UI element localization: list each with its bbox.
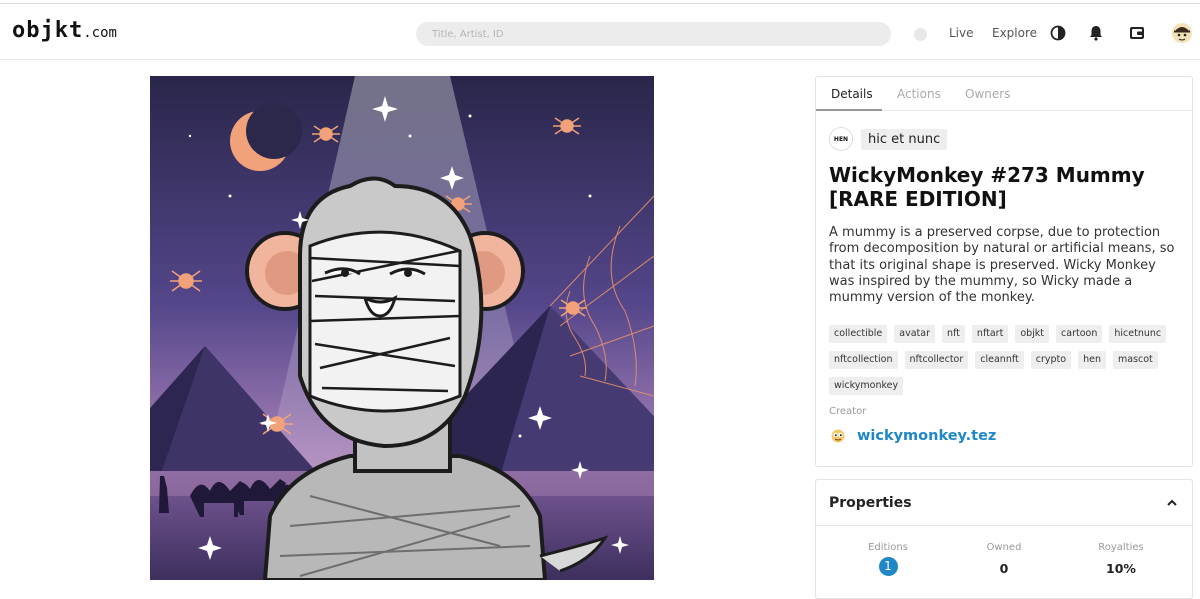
nav-live-link[interactable]: Live xyxy=(949,26,974,40)
token-title: WickyMonkey #273 Mummy [RARE EDITION] xyxy=(829,163,1145,211)
platform-badge[interactable]: HEN hic et nunc xyxy=(829,127,948,151)
top-navigation-bar: objkt.com Live Explore xyxy=(0,4,1200,60)
tab-owners[interactable]: Owners xyxy=(965,87,1010,101)
bell-icon[interactable] xyxy=(1087,24,1105,42)
stat-royalties: Royalties 10% xyxy=(1071,542,1171,576)
details-panel: Details Actions Owners HEN hic et nunc W… xyxy=(815,76,1193,467)
theme-toggle-icon[interactable] xyxy=(1049,24,1067,42)
tag-chip[interactable]: cartoon xyxy=(1056,325,1103,343)
stat-label: Owned xyxy=(986,542,1022,553)
tag-chip[interactable]: collectible xyxy=(829,325,888,343)
search-input[interactable] xyxy=(416,22,891,46)
chevron-up-icon[interactable] xyxy=(1166,497,1178,509)
properties-title: Properties xyxy=(829,495,912,511)
stat-value: 10% xyxy=(1106,561,1136,576)
tag-list: collectible avatar nft nftart objkt cart… xyxy=(829,325,1184,395)
stat-value: 0 xyxy=(999,561,1009,576)
active-tab-indicator xyxy=(816,109,882,111)
stat-owned: Owned 0 xyxy=(954,542,1054,576)
tag-chip[interactable]: mascot xyxy=(1112,351,1158,369)
editions-count-badge: 1 xyxy=(878,557,898,576)
tag-chip[interactable]: hicetnunc xyxy=(1109,325,1167,343)
stat-editions: Editions 1 xyxy=(838,542,938,576)
properties-panel: Properties Editions 1 Owned 0 Royalties … xyxy=(815,479,1193,599)
wallet-icon[interactable] xyxy=(1128,24,1146,42)
tag-chip[interactable]: nftcollection xyxy=(829,351,898,369)
platform-logo: HEN xyxy=(829,127,853,151)
tag-chip[interactable]: nft xyxy=(941,325,965,343)
avatar[interactable] xyxy=(1171,22,1193,44)
nav-explore-link[interactable]: Explore xyxy=(992,26,1037,40)
tag-chip[interactable]: crypto xyxy=(1030,351,1072,369)
creator-avatar xyxy=(831,429,845,443)
tag-chip[interactable]: wickymonkey xyxy=(829,377,904,395)
tab-actions[interactable]: Actions xyxy=(897,87,941,101)
properties-header[interactable]: Properties xyxy=(816,480,1192,526)
site-logo[interactable]: objkt.com xyxy=(12,18,117,43)
details-tabs: Details Actions Owners xyxy=(816,77,1192,111)
tab-details[interactable]: Details xyxy=(831,87,873,101)
live-status-dot xyxy=(914,28,927,41)
tag-chip[interactable]: nftart xyxy=(971,325,1009,343)
creator-name: wickymonkey.tez xyxy=(857,428,997,444)
tag-chip[interactable]: nftcollector xyxy=(904,351,969,369)
platform-name: hic et nunc xyxy=(861,128,948,150)
creator-link[interactable]: wickymonkey.tez xyxy=(831,428,996,444)
token-description: A mummy is a preserved corpse, due to pr… xyxy=(829,225,1175,306)
stat-label: Editions xyxy=(868,542,908,553)
tag-chip[interactable]: objkt xyxy=(1015,325,1050,343)
nft-artwork-image[interactable] xyxy=(150,76,654,580)
logo-suffix: .com xyxy=(83,25,117,41)
tag-chip[interactable]: cleannft xyxy=(975,351,1024,369)
stat-label: Royalties xyxy=(1098,542,1144,553)
tag-chip[interactable]: hen xyxy=(1078,351,1106,369)
tag-chip[interactable]: avatar xyxy=(894,325,935,343)
creator-label: Creator xyxy=(829,406,867,417)
logo-main: objkt xyxy=(12,18,84,43)
